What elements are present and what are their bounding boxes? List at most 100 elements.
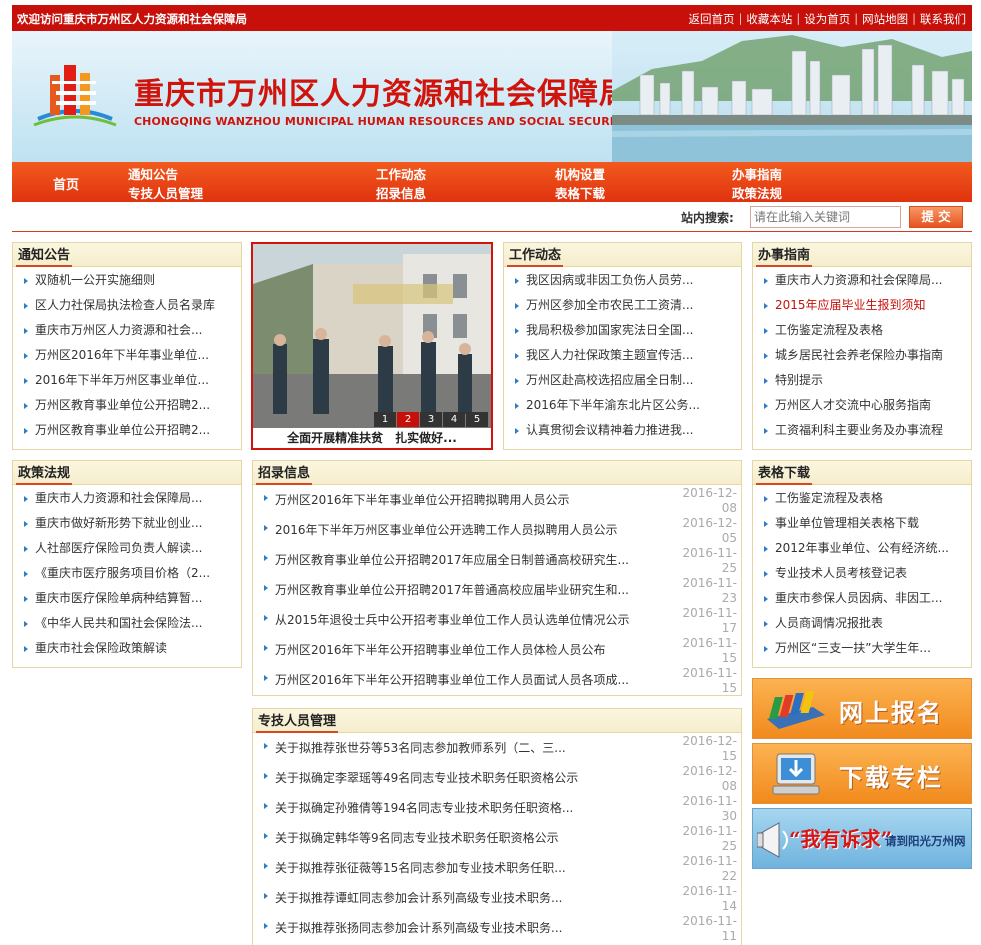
recruit-item-title[interactable]: 万州区2016年下半年事业单位公开招聘拟聘用人员公示 bbox=[275, 493, 570, 507]
list-item[interactable]: 重庆市万州区人力资源和社会... bbox=[13, 318, 241, 343]
home-link[interactable]: 返回首页 bbox=[689, 11, 735, 27]
forms-list: 工伤鉴定流程及表格 事业单位管理相关表格下载 2012年事业单位、公有经济统..… bbox=[753, 486, 971, 661]
staff-item-title[interactable]: 关于拟确定李翠瑶等49名同志专业技术职务任职资格公示 bbox=[275, 771, 578, 785]
list-item[interactable]: 工资福利科主要业务及办事流程 bbox=[753, 418, 971, 443]
set-homepage-link[interactable]: 设为首页 bbox=[804, 11, 850, 27]
list-item[interactable]: 特别提示 bbox=[753, 368, 971, 393]
table-row[interactable]: 关于拟确定孙雅倩等194名同志专业技术职务任职资格... 2016-11-30 bbox=[253, 793, 741, 823]
complaint-banner[interactable]: “我有诉求” 请到阳光万州网 bbox=[752, 808, 972, 869]
list-item[interactable]: 2015年应届毕业生报到须知 bbox=[753, 293, 971, 318]
list-item[interactable]: 专业技术人员考核登记表 bbox=[753, 561, 971, 586]
photo-caption[interactable]: 全面开展精准扶贫 扎实做好... bbox=[253, 428, 491, 448]
list-item[interactable]: 事业单位管理相关表格下载 bbox=[753, 511, 971, 536]
list-item[interactable]: 我区人力社保政策主题宣传活... bbox=[504, 343, 741, 368]
recruit-item-title[interactable]: 2016年下半年万州区事业单位公开选聘工作人员拟聘用人员公示 bbox=[275, 523, 618, 537]
list-item[interactable]: 我局积极参加国家宪法日全国... bbox=[504, 318, 741, 343]
list-item[interactable]: 重庆市医疗保险单病种结算暂... bbox=[13, 586, 241, 611]
nav-home[interactable]: 首页 bbox=[53, 174, 79, 193]
table-row[interactable]: 2016年下半年万州区事业单位公开选聘工作人员拟聘用人员公示 2016-12-05 bbox=[253, 515, 741, 545]
staff-item-title[interactable]: 关于拟推荐张扬同志参加会计系列高级专业技术职务... bbox=[275, 921, 562, 935]
carousel-page-4[interactable]: 4 bbox=[443, 412, 465, 427]
carousel-page-1[interactable]: 1 bbox=[374, 412, 396, 427]
nav-organization[interactable]: 机构设置 bbox=[555, 164, 605, 183]
recruit-header: 招录信息 bbox=[253, 461, 741, 485]
table-row[interactable]: 从2015年退役士兵中公开招考事业单位工作人员认选单位情况公示 2016-11-1… bbox=[253, 605, 741, 635]
staff-item-title[interactable]: 关于拟确定韩华等9名同志专业技术职务任职资格公示 bbox=[275, 831, 559, 845]
top-links: 返回首页 | 收藏本站 | 设为首页 | 网站地图 | 联系我们 bbox=[689, 11, 967, 27]
search-input[interactable] bbox=[750, 206, 901, 228]
online-signup-banner[interactable]: 网上报名 bbox=[752, 678, 972, 739]
table-row[interactable]: 万州区教育事业单位公开招聘2017年应届全日制普通高校研究生... 2016-11… bbox=[253, 545, 741, 575]
nav-forms-download[interactable]: 表格下载 bbox=[555, 183, 605, 202]
bookmark-link[interactable]: 收藏本站 bbox=[746, 11, 792, 27]
complaint-sub: 请到阳光万州网 bbox=[885, 834, 966, 848]
list-item[interactable]: 人社部医疗保险司负责人解读... bbox=[13, 536, 241, 561]
recruit-item-title[interactable]: 万州区教育事业单位公开招聘2017年普通高校应届毕业研究生和... bbox=[275, 583, 629, 597]
table-row[interactable]: 万州区教育事业单位公开招聘2017年普通高校应届毕业研究生和... 2016-11… bbox=[253, 575, 741, 605]
list-item[interactable]: 万州区参加全市农民工工资清... bbox=[504, 293, 741, 318]
list-item[interactable]: 万州区教育事业单位公开招聘2... bbox=[13, 393, 241, 418]
recruit-box: 招录信息 万州区2016年下半年事业单位公开招聘拟聘用人员公示 2016-12-0… bbox=[252, 460, 742, 696]
nav-work-news[interactable]: 工作动态 bbox=[376, 164, 426, 183]
staff-item-title[interactable]: 关于拟确定孙雅倩等194名同志专业技术职务任职资格... bbox=[275, 801, 573, 815]
table-row[interactable]: 关于拟推荐张扬同志参加会计系列高级专业技术职务... 2016-11-11 bbox=[253, 913, 741, 943]
list-item[interactable]: 2016年下半年渝东北片区公务... bbox=[504, 393, 741, 418]
table-row[interactable]: 万州区2016年下半年公开招聘事业单位工作人员面试人员各项成... 2016-11… bbox=[253, 665, 741, 695]
list-item[interactable]: 万州区人才交流中心服务指南 bbox=[753, 393, 971, 418]
list-item[interactable]: 城乡居民社会养老保险办事指南 bbox=[753, 343, 971, 368]
list-item[interactable]: 我区因病或非因工负伤人员劳... bbox=[504, 268, 741, 293]
list-item[interactable]: 2016年下半年万州区事业单位... bbox=[13, 368, 241, 393]
forms-box: 表格下载 工伤鉴定流程及表格 事业单位管理相关表格下载 2012年事业单位、公有… bbox=[752, 460, 972, 668]
list-item[interactable]: 工伤鉴定流程及表格 bbox=[753, 318, 971, 343]
table-row[interactable]: 关于拟确定韩华等9名同志专业技术职务任职资格公示 2016-11-25 bbox=[253, 823, 741, 853]
table-row[interactable]: 万州区2016年下半年事业单位公开招聘拟聘用人员公示 2016-12-08 bbox=[253, 485, 741, 515]
list-item[interactable]: 重庆市人力资源和社会保障局... bbox=[13, 486, 241, 511]
forms-header: 表格下载 bbox=[753, 461, 971, 485]
recruit-item-title[interactable]: 万州区2016年下半年公开招聘事业单位工作人员面试人员各项成... bbox=[275, 673, 629, 687]
list-item[interactable]: 万州区“三支一扶”大学生年... bbox=[753, 636, 971, 661]
list-item[interactable]: 万州区教育事业单位公开招聘2... bbox=[13, 418, 241, 443]
list-item[interactable]: 重庆市人力资源和社会保障局... bbox=[753, 268, 971, 293]
carousel-page-5[interactable]: 5 bbox=[466, 412, 488, 427]
sitemap-link[interactable]: 网站地图 bbox=[862, 11, 908, 27]
table-row[interactable]: 关于拟推荐张世芬等53名同志参加教师系列（二、三... 2016-12-15 bbox=[253, 733, 741, 763]
list-item[interactable]: 重庆市做好新形势下就业创业... bbox=[13, 511, 241, 536]
work-news-header: 工作动态 bbox=[504, 243, 741, 267]
table-row[interactable]: 关于拟确定李翠瑶等49名同志专业技术职务任职资格公示 2016-12-08 bbox=[253, 763, 741, 793]
nav-recruitment[interactable]: 招录信息 bbox=[376, 183, 426, 202]
photo-carousel[interactable]: 1 2 3 4 5 全面开展精准扶贫 扎实做好... bbox=[251, 242, 493, 450]
download-banner[interactable]: 下载专栏 bbox=[752, 743, 972, 804]
top-bar: 欢迎访问重庆市万州区人力资源和社会保障局 返回首页 | 收藏本站 | 设为首页 | 网… bbox=[12, 5, 972, 31]
list-item[interactable]: 工伤鉴定流程及表格 bbox=[753, 486, 971, 511]
contact-link[interactable]: 联系我们 bbox=[920, 11, 966, 27]
list-item[interactable]: 万州区赴高校选招应届全日制... bbox=[504, 368, 741, 393]
item-date: 2016-12-08 bbox=[682, 764, 737, 793]
list-item[interactable]: 万州区2016年下半年事业单位... bbox=[13, 343, 241, 368]
nav-guide[interactable]: 办事指南 bbox=[732, 164, 782, 183]
list-item[interactable]: 2012年事业单位、公有经济统... bbox=[753, 536, 971, 561]
table-row[interactable]: 关于拟推荐张征薇等15名同志参加专业技术职务任职... 2016-11-22 bbox=[253, 853, 741, 883]
recruit-item-title[interactable]: 万州区2016年下半年公开招聘事业单位工作人员体检人员公布 bbox=[275, 643, 606, 657]
list-item[interactable]: 区人力社保局执法检查人员名录库 bbox=[13, 293, 241, 318]
nav-staff-management[interactable]: 专技人员管理 bbox=[128, 183, 203, 202]
staff-item-title[interactable]: 关于拟推荐谭虹同志参加会计系列高级专业技术职务... bbox=[275, 891, 562, 905]
nav-policy[interactable]: 政策法规 bbox=[732, 183, 782, 202]
list-item[interactable]: 认真贯彻会议精神着力推进我... bbox=[504, 418, 741, 443]
carousel-page-2[interactable]: 2 bbox=[397, 412, 419, 427]
table-row[interactable]: 万州区2016年下半年公开招聘事业单位工作人员体检人员公布 2016-11-15 bbox=[253, 635, 741, 665]
list-item[interactable]: 人员商调情况报批表 bbox=[753, 611, 971, 636]
staff-item-title[interactable]: 关于拟推荐张征薇等15名同志参加专业技术职务任职... bbox=[275, 861, 566, 875]
recruit-item-title[interactable]: 万州区教育事业单位公开招聘2017年应届全日制普通高校研究生... bbox=[275, 553, 629, 567]
list-item[interactable]: 重庆市社会保险政策解读 bbox=[13, 636, 241, 661]
list-item[interactable]: 《重庆市医疗服务项目价格（2... bbox=[13, 561, 241, 586]
list-item[interactable]: 《中华人民共和国社会保险法... bbox=[13, 611, 241, 636]
staff-item-title[interactable]: 关于拟推荐张世芬等53名同志参加教师系列（二、三... bbox=[275, 741, 566, 755]
search-submit-button[interactable]: 提 交 bbox=[909, 206, 963, 228]
recruit-item-title[interactable]: 从2015年退役士兵中公开招考事业单位工作人员认选单位情况公示 bbox=[275, 613, 630, 627]
nav-notice[interactable]: 通知公告 bbox=[128, 164, 178, 183]
list-item[interactable]: 重庆市参保人员因病、非因工... bbox=[753, 586, 971, 611]
table-row[interactable]: 关于拟推荐谭虹同志参加会计系列高级专业技术职务... 2016-11-14 bbox=[253, 883, 741, 913]
carousel-page-3[interactable]: 3 bbox=[420, 412, 442, 427]
list-item[interactable]: 双随机一公开实施细则 bbox=[13, 268, 241, 293]
item-date: 2016-12-15 bbox=[682, 734, 737, 763]
